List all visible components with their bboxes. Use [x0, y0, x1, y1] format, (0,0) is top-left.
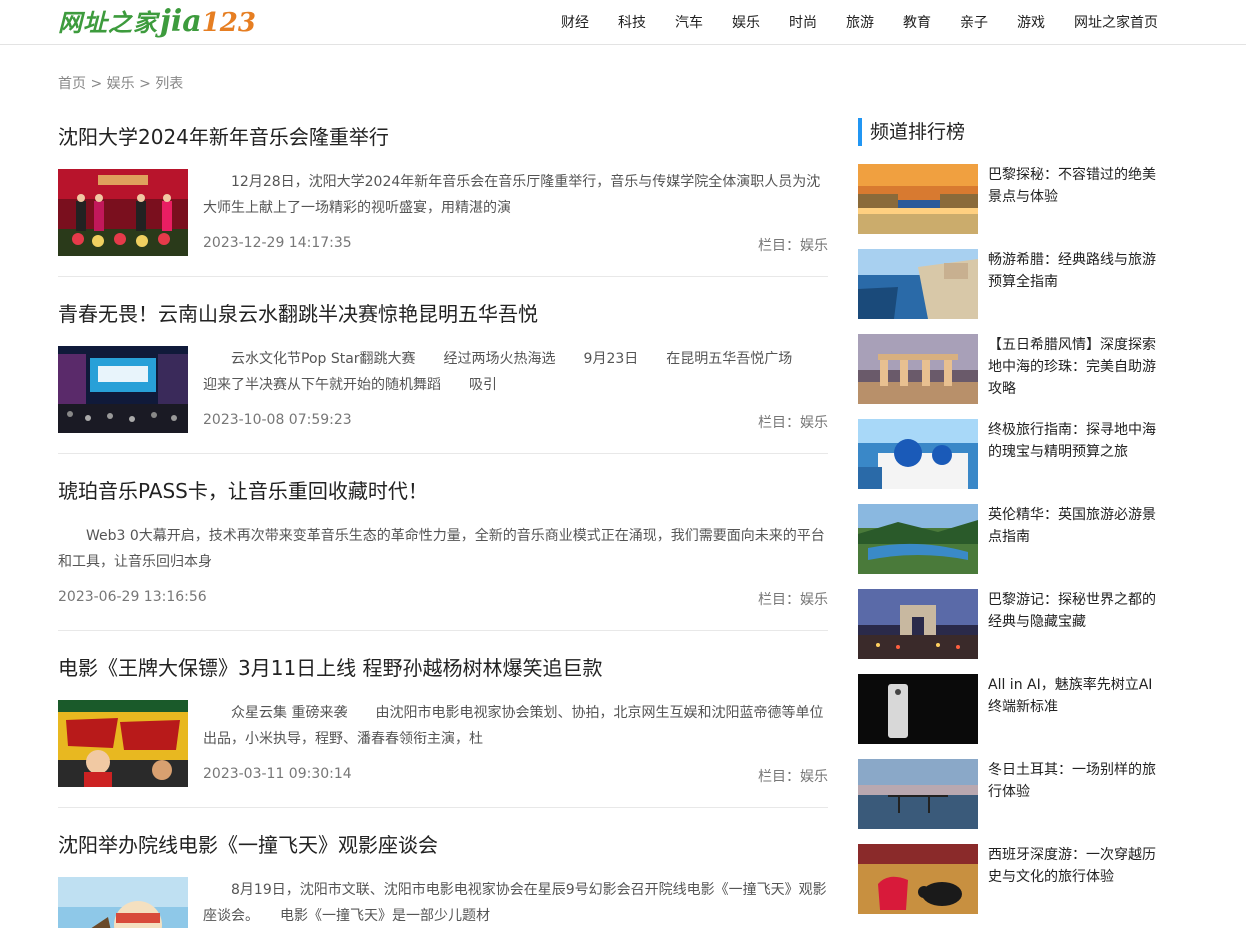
- article-summary: Web3 0大幕开启，技术再次带来变革音乐生态的革命性力量，全新的音乐商业模式正…: [58, 528, 825, 570]
- divider: [58, 276, 828, 277]
- article-title[interactable]: 沈阳举办院线电影《一撞飞天》观影座谈会: [58, 832, 828, 858]
- article-category[interactable]: 栏目：娱乐: [758, 235, 828, 255]
- article-summary: 12月28日，沈阳大学2024年新年音乐会在音乐厅隆重举行，音乐与传媒学院全体演…: [203, 174, 821, 216]
- divider: [58, 630, 828, 631]
- article-date: 2023-12-29 14:17:35: [203, 235, 352, 251]
- site-header: 网址之家 jia 123 财经 科技 汽车 娱乐 时尚 旅游 教育 亲子 游戏 …: [0, 0, 1246, 45]
- nav-tech[interactable]: 科技: [618, 12, 646, 32]
- nav-games[interactable]: 游戏: [1017, 12, 1045, 32]
- ranking-thumbnail-greece-coast[interactable]: [858, 249, 978, 319]
- article-title[interactable]: 琥珀音乐PASS卡，让音乐重回收藏时代！: [58, 478, 828, 504]
- ranking-item-title[interactable]: 冬日土耳其：一场别样的旅行体验: [988, 759, 1158, 803]
- nav-auto[interactable]: 汽车: [675, 12, 703, 32]
- divider: [58, 453, 828, 454]
- ranking-item[interactable]: 【五日希腊风情】深度探索地中海的珍珠：完美自助游攻略: [858, 334, 1158, 404]
- ranking-thumbnail-paris-river[interactable]: [858, 164, 978, 234]
- breadcrumb: 首页 > 娱乐 > 列表: [58, 73, 183, 93]
- ranking-item-title[interactable]: 畅游希腊：经典路线与旅游预算全指南: [988, 249, 1158, 293]
- article-thumbnail-concert[interactable]: [58, 169, 188, 256]
- ranking-thumbnail-greek-temple[interactable]: [858, 334, 978, 404]
- nav-fashion[interactable]: 时尚: [789, 12, 817, 32]
- divider: [58, 807, 828, 808]
- ranking-item-title[interactable]: 【五日希腊风情】深度探索地中海的珍珠：完美自助游攻略: [988, 334, 1158, 400]
- ranking-item-title[interactable]: 巴黎游记：探秘世界之都的经典与隐藏宝藏: [988, 589, 1158, 633]
- breadcrumb-page: 列表: [155, 76, 184, 92]
- ranking-thumbnail-phone[interactable]: [858, 674, 978, 744]
- article-item: 沈阳举办院线电影《一撞飞天》观影座谈会 8月19日，沈阳市文联、沈阳市电影电视家…: [58, 832, 828, 928]
- breadcrumb-sep: >: [134, 76, 156, 92]
- nav-travel[interactable]: 旅游: [846, 12, 874, 32]
- ranking-item-title[interactable]: 终极旅行指南：探寻地中海的瑰宝与精明预算之旅: [988, 419, 1158, 463]
- ranking-item[interactable]: 冬日土耳其：一场别样的旅行体验: [858, 759, 1158, 829]
- ranking-item[interactable]: 英伦精华：英国旅游必游景点指南: [858, 504, 1158, 574]
- breadcrumb-sep: >: [86, 76, 107, 92]
- article-item: 电影《王牌大保镖》3月11日上线 程野孙越杨树林爆笑追巨款 众星云集 重磅来袭 …: [58, 655, 828, 808]
- ranking-list: 巴黎探秘：不容错过的绝美景点与体验 畅游希腊：经典路线与旅游预算全指南 【五日希…: [858, 164, 1158, 914]
- ranking-item-title[interactable]: 巴黎探秘：不容错过的绝美景点与体验: [988, 164, 1158, 208]
- logo-text-cn: 网址之家: [58, 8, 158, 37]
- sidebar-title: 频道排行榜: [858, 118, 1158, 146]
- article-item: 青春无畏！云南山泉云水翻跳半决赛惊艳昆明五华吾悦 云水文化节Pop Star翻跳…: [58, 301, 828, 454]
- nav-education[interactable]: 教育: [903, 12, 931, 32]
- logo-text-jia: jia: [160, 4, 202, 39]
- ranking-thumbnail-santorini[interactable]: [858, 419, 978, 489]
- article-item: 沈阳大学2024年新年音乐会隆重举行 12月28日，沈阳大学2024年新年音乐会…: [58, 124, 828, 277]
- article-thumbnail-movie-poster[interactable]: [58, 700, 188, 787]
- nav-entertainment[interactable]: 娱乐: [732, 12, 760, 32]
- ranking-item-title[interactable]: All in AI，魅族率先树立AI终端新标准: [988, 674, 1158, 718]
- ranking-thumbnail-turkey-sea[interactable]: [858, 759, 978, 829]
- ranking-thumbnail-arc-de-triomphe[interactable]: [858, 589, 978, 659]
- ranking-item[interactable]: 西班牙深度游：一次穿越历史与文化的旅行体验: [858, 844, 1158, 914]
- nav-home[interactable]: 网址之家首页: [1074, 12, 1158, 32]
- article-category[interactable]: 栏目：娱乐: [758, 766, 828, 786]
- ranking-item[interactable]: All in AI，魅族率先树立AI终端新标准: [858, 674, 1158, 744]
- nav-parenting[interactable]: 亲子: [960, 12, 988, 32]
- ranking-item-title[interactable]: 英伦精华：英国旅游必游景点指南: [988, 504, 1158, 548]
- article-list: 沈阳大学2024年新年音乐会隆重举行 12月28日，沈阳大学2024年新年音乐会…: [58, 124, 828, 928]
- ranking-item-title[interactable]: 西班牙深度游：一次穿越历史与文化的旅行体验: [988, 844, 1158, 888]
- ranking-item[interactable]: 终极旅行指南：探寻地中海的瑰宝与精明预算之旅: [858, 419, 1158, 489]
- breadcrumb-home[interactable]: 首页: [58, 76, 86, 92]
- article-title[interactable]: 青春无畏！云南山泉云水翻跳半决赛惊艳昆明五华吾悦: [58, 301, 828, 327]
- main-nav: 财经 科技 汽车 娱乐 时尚 旅游 教育 亲子 游戏 网址之家首页: [532, 0, 1158, 44]
- article-title[interactable]: 电影《王牌大保镖》3月11日上线 程野孙越杨树林爆笑追巨款: [58, 655, 828, 681]
- article-summary: 云水文化节Pop Star翻跳大赛 经过两场火热海选 9月23日 在昆明五华吾悦…: [203, 351, 821, 393]
- article-summary: 众星云集 重磅来袭 由沈阳市电影电视家协会策划、协拍，北京网生互娱和沈阳蓝帝德等…: [203, 705, 824, 747]
- article-category[interactable]: 栏目：娱乐: [758, 589, 828, 609]
- article-item: 琥珀音乐PASS卡，让音乐重回收藏时代！ Web3 0大幕开启，技术再次带来变革…: [58, 478, 828, 631]
- article-date: 2023-03-11 09:30:14: [203, 766, 352, 782]
- logo-text-num: 123: [201, 8, 256, 38]
- sidebar-ranking: 频道排行榜 巴黎探秘：不容错过的绝美景点与体验 畅游希腊：经典路线与旅游预算全指…: [858, 118, 1158, 928]
- article-thumbnail-film-cartoon[interactable]: [58, 877, 188, 928]
- breadcrumb-section[interactable]: 娱乐: [107, 76, 135, 92]
- article-thumbnail-stage[interactable]: [58, 346, 188, 433]
- site-logo[interactable]: 网址之家 jia 123: [58, 3, 256, 39]
- article-title[interactable]: 沈阳大学2024年新年音乐会隆重举行: [58, 124, 828, 150]
- nav-finance[interactable]: 财经: [561, 12, 589, 32]
- ranking-item[interactable]: 巴黎探秘：不容错过的绝美景点与体验: [858, 164, 1158, 234]
- ranking-thumbnail-bullfight[interactable]: [858, 844, 978, 914]
- article-date: 2023-06-29 13:16:56: [58, 589, 207, 605]
- ranking-item[interactable]: 巴黎游记：探秘世界之都的经典与隐藏宝藏: [858, 589, 1158, 659]
- article-summary: 8月19日，沈阳市文联、沈阳市电影电视家协会在星辰9号幻影会召开院线电影《一撞飞…: [203, 882, 827, 924]
- ranking-thumbnail-uk-landscape[interactable]: [858, 504, 978, 574]
- article-category[interactable]: 栏目：娱乐: [758, 412, 828, 432]
- ranking-item[interactable]: 畅游希腊：经典路线与旅游预算全指南: [858, 249, 1158, 319]
- article-date: 2023-10-08 07:59:23: [203, 412, 352, 428]
